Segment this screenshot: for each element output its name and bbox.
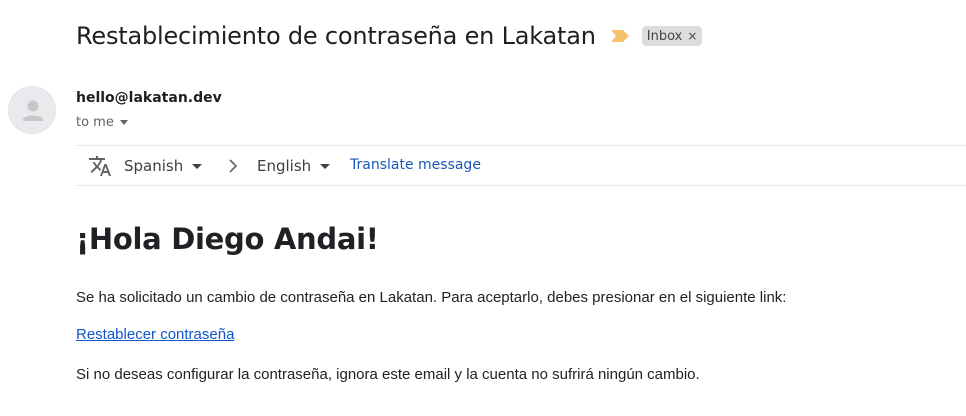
email-greeting: ¡Hola Diego Andai! bbox=[76, 222, 379, 256]
translate-bar: Spanish English Translate message bbox=[76, 145, 966, 186]
subject-row: Restablecimiento de contraseña en Lakata… bbox=[76, 18, 703, 54]
target-language-label: English bbox=[257, 157, 312, 175]
remove-label-icon[interactable]: × bbox=[687, 29, 697, 43]
person-icon bbox=[23, 100, 43, 121]
reset-password-link[interactable]: Restablecer contraseña bbox=[76, 326, 234, 343]
caret-down-icon bbox=[192, 163, 203, 169]
importance-marker-icon[interactable] bbox=[610, 29, 630, 43]
email-subject: Restablecimiento de contraseña en Lakata… bbox=[76, 22, 596, 50]
target-language-select[interactable]: English bbox=[257, 155, 331, 177]
inbox-label[interactable]: Inbox × bbox=[641, 26, 703, 46]
source-language-select[interactable]: Spanish bbox=[124, 155, 203, 177]
translate-icon bbox=[89, 156, 111, 176]
sender-avatar[interactable] bbox=[8, 86, 56, 134]
caret-down-icon bbox=[320, 163, 331, 169]
recipient-details-toggle[interactable]: to me bbox=[76, 115, 128, 130]
email-paragraph-2: Si no deseas configurar la contraseña, i… bbox=[76, 366, 700, 383]
email-paragraph-1: Se ha solicitado un cambio de contraseña… bbox=[76, 289, 787, 306]
caret-down-icon bbox=[119, 120, 128, 125]
chevron-right-icon bbox=[229, 159, 238, 173]
sender-email[interactable]: hello@lakatan.dev bbox=[76, 90, 222, 106]
recipient-text: to me bbox=[76, 115, 114, 130]
inbox-label-text: Inbox bbox=[646, 28, 683, 44]
translate-message-link[interactable]: Translate message bbox=[350, 157, 481, 173]
source-language-label: Spanish bbox=[124, 157, 184, 175]
